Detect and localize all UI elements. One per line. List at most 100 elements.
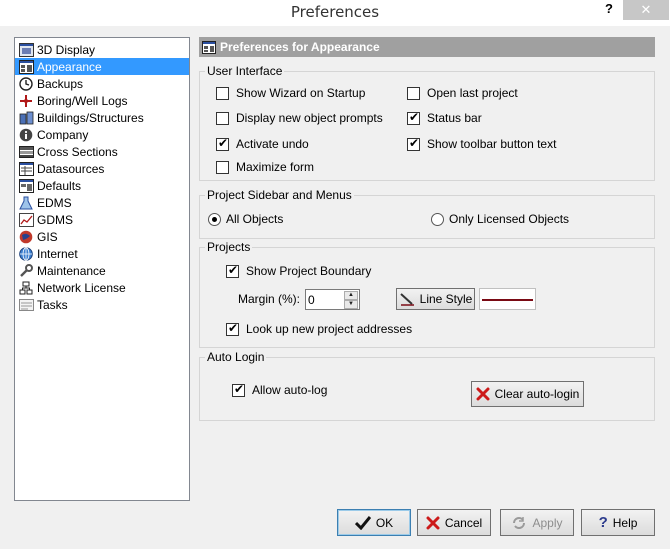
margin-label: Margin (%):	[238, 292, 301, 306]
preferences-window: Preferences ? ✕ 3D Display Appearance Back…	[0, 0, 670, 549]
refresh-icon	[511, 516, 527, 530]
licensed-objects-dot	[431, 212, 444, 226]
all-objects-dot	[208, 212, 221, 226]
nav-item-gis[interactable]: GIS	[15, 228, 189, 245]
all-objects-radio[interactable]: All Objects	[208, 212, 283, 226]
show-boundary-checkbox[interactable]: Show Project Boundary	[226, 263, 371, 278]
nav-item-label: GDMS	[37, 212, 73, 227]
nav-item-label: Tasks	[37, 297, 68, 312]
close-button[interactable]: ✕	[623, 0, 669, 20]
nav-item-label: Internet	[37, 246, 78, 261]
help-label: Help	[612, 515, 638, 530]
3d-display-icon	[18, 42, 34, 58]
nav-item-label: Company	[37, 127, 89, 142]
apply-button[interactable]: Apply	[500, 509, 574, 536]
nav-item-backups[interactable]: Backups	[15, 75, 189, 92]
maximize-form-box	[216, 160, 229, 174]
nav-item-appearance[interactable]: Appearance	[15, 58, 189, 75]
margin-input[interactable]	[308, 291, 344, 308]
nav-item-network-license[interactable]: Network License	[15, 279, 189, 296]
nav-item-defaults[interactable]: Defaults	[15, 177, 189, 194]
question-icon: ?	[598, 514, 608, 531]
show-wizard-box	[216, 86, 229, 100]
datasources-icon	[18, 161, 34, 177]
title-bar: Preferences ? ✕	[0, 0, 670, 26]
auto-login-title: Auto Login	[205, 350, 267, 364]
nav-item-tasks[interactable]: Tasks	[15, 296, 189, 313]
nav-item-datasources[interactable]: Datasources	[15, 160, 189, 177]
nav-item-maintenance[interactable]: Maintenance	[15, 262, 189, 279]
nav-item-label: Datasources	[37, 161, 105, 176]
clear-auto-login-label: Clear auto-login	[494, 387, 580, 401]
nav-item-3d-display[interactable]: 3D Display	[15, 41, 189, 58]
apply-label: Apply	[532, 515, 563, 530]
chart-icon	[18, 212, 34, 228]
licensed-objects-radio[interactable]: Only Licensed Objects	[431, 212, 569, 226]
show-toolbar-text-box	[407, 136, 420, 151]
nav-item-cross-sections[interactable]: Cross Sections	[15, 143, 189, 160]
margin-spinner[interactable]: ▲ ▼	[305, 289, 360, 310]
nav-item-buildings-structures[interactable]: Buildings/Structures	[15, 109, 189, 126]
user-interface-title: User Interface	[205, 64, 285, 78]
nav-item-label: 3D Display	[37, 42, 96, 57]
nav-item-label: Defaults	[37, 178, 82, 193]
boring-icon	[18, 93, 34, 109]
show-boundary-box	[226, 263, 239, 278]
help-title-button[interactable]: ?	[601, 0, 617, 22]
open-last-project-box	[407, 86, 420, 100]
nav-item-label: Cross Sections	[37, 144, 118, 159]
cancel-button[interactable]: Cancel	[417, 509, 491, 536]
show-toolbar-text-checkbox[interactable]: Show toolbar button text	[407, 136, 556, 151]
pane-header: Preferences for Appearance	[199, 37, 655, 57]
nav-item-label: GIS	[37, 229, 58, 244]
clock-icon	[18, 76, 34, 92]
red-x-icon	[476, 387, 490, 401]
internet-icon	[18, 246, 34, 262]
margin-spin-arrows[interactable]: ▲ ▼	[344, 291, 358, 309]
spin-up-icon[interactable]: ▲	[344, 291, 358, 300]
defaults-icon	[18, 178, 34, 194]
display-prompts-box	[216, 111, 229, 125]
flask-icon	[18, 195, 34, 211]
status-bar-checkbox[interactable]: Status bar	[407, 110, 482, 125]
status-bar-box	[407, 110, 420, 125]
sidebar-menus-title: Project Sidebar and Menus	[205, 188, 354, 202]
tasks-icon	[18, 297, 34, 313]
pane-header-title: Preferences for Appearance	[220, 40, 380, 54]
check-icon	[354, 515, 371, 530]
allow-auto-log-checkbox[interactable]: Allow auto-log	[232, 382, 327, 397]
nav-item-internet[interactable]: Internet	[15, 245, 189, 262]
category-list[interactable]: 3D Display Appearance Backups Boring/Well L…	[14, 37, 190, 501]
line-style-preview	[479, 288, 536, 310]
cross-sections-icon	[18, 144, 34, 160]
nav-item-label: Appearance	[37, 59, 102, 74]
display-prompts-checkbox[interactable]: Display new object prompts	[216, 111, 383, 125]
allow-auto-log-box	[232, 382, 245, 397]
open-last-project-checkbox[interactable]: Open last project	[407, 86, 518, 100]
clear-auto-login-button[interactable]: Clear auto-login	[471, 381, 584, 407]
ok-button[interactable]: OK	[337, 509, 411, 536]
nav-item-label: Network License	[37, 280, 126, 295]
globe-icon	[18, 229, 34, 245]
help-button[interactable]: ? Help	[581, 509, 655, 536]
lookup-addresses-checkbox[interactable]: Look up new project addresses	[226, 321, 412, 336]
appearance-icon	[201, 39, 217, 55]
red-x-icon	[426, 516, 440, 530]
activate-undo-checkbox[interactable]: Activate undo	[216, 136, 309, 151]
close-icon: ✕	[640, 2, 652, 17]
nav-item-gdms[interactable]: GDMS	[15, 211, 189, 228]
nav-item-company[interactable]: Company	[15, 126, 189, 143]
nav-item-edms[interactable]: EDMS	[15, 194, 189, 211]
activate-undo-box	[216, 136, 229, 151]
nav-item-label: EDMS	[37, 195, 72, 210]
network-icon	[18, 280, 34, 296]
show-wizard-checkbox[interactable]: Show Wizard on Startup	[216, 86, 365, 100]
line-preview-stroke	[482, 299, 533, 301]
nav-item-boring-well-logs[interactable]: Boring/Well Logs	[15, 92, 189, 109]
wrench-icon	[18, 263, 34, 279]
spin-down-icon[interactable]: ▼	[344, 300, 358, 309]
projects-title: Projects	[205, 240, 253, 254]
line-style-button[interactable]: Line Style	[396, 288, 475, 310]
maximize-form-checkbox[interactable]: Maximize form	[216, 160, 314, 174]
lookup-addresses-box	[226, 321, 239, 336]
